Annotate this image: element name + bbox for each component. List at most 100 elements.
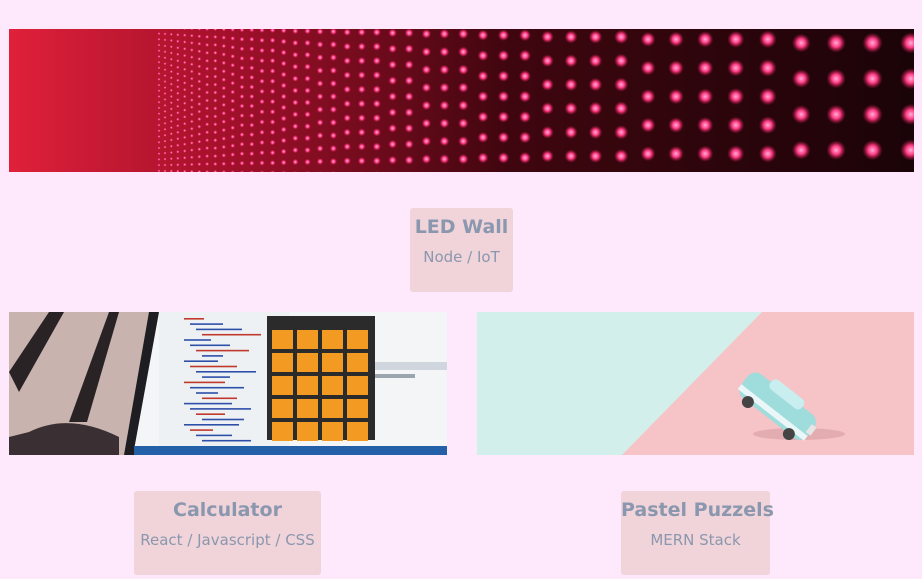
led-dot	[175, 91, 180, 96]
led-dot	[826, 140, 846, 160]
led-dot	[169, 100, 174, 105]
led-dot	[230, 125, 236, 131]
led-dot	[221, 161, 227, 167]
led-dot	[259, 88, 265, 95]
led-dot	[564, 125, 578, 139]
code-line	[190, 365, 237, 368]
led-dot	[163, 73, 167, 78]
led-wall-image[interactable]	[9, 29, 914, 172]
led-dot	[280, 82, 287, 89]
led-dot	[169, 163, 174, 167]
code-line	[196, 371, 256, 373]
led-dot	[259, 98, 265, 105]
code-line	[184, 339, 211, 341]
led-dot	[640, 89, 656, 104]
led-dot	[304, 87, 311, 94]
led-dot	[329, 92, 338, 101]
calc-key	[322, 376, 343, 395]
project-card-calculator[interactable]: Calculator React / Javascript / CSS	[134, 491, 321, 575]
led-dot	[372, 113, 382, 123]
led-dot	[269, 119, 276, 125]
led-dot	[189, 119, 194, 124]
led-dot	[169, 76, 174, 80]
calc-key	[297, 330, 318, 349]
led-dot	[343, 99, 352, 108]
led-dot	[329, 131, 338, 140]
led-dot	[269, 129, 276, 136]
led-dot	[213, 50, 218, 56]
calc-key	[347, 376, 368, 395]
led-dot	[182, 33, 187, 38]
led-dot	[269, 68, 276, 74]
led-dot	[189, 105, 194, 110]
led-dot	[213, 66, 218, 71]
led-dot	[157, 32, 161, 36]
led-dot	[477, 50, 489, 62]
project-card-led-wall[interactable]: LED Wall Node / IoT	[410, 208, 513, 292]
led-dot	[221, 110, 227, 116]
led-dot	[316, 157, 324, 166]
led-dot	[197, 154, 202, 159]
led-dot	[477, 152, 489, 164]
led-dot	[213, 153, 218, 159]
led-dot	[404, 91, 414, 102]
led-dot	[329, 66, 338, 75]
led-dot	[239, 160, 245, 166]
led-dot	[697, 116, 714, 134]
led-dot	[292, 134, 299, 142]
project-card-pastel-puzzels[interactable]: Pastel Puzzels MERN Stack	[621, 491, 774, 575]
led-dot	[614, 125, 629, 140]
led-dot	[213, 106, 218, 111]
led-dot	[862, 139, 883, 161]
led-dot	[197, 147, 202, 152]
led-dot	[175, 45, 180, 50]
led-dot	[197, 34, 202, 39]
led-dot	[519, 70, 531, 83]
calc-key	[322, 399, 343, 418]
led-dot	[497, 111, 510, 123]
code-line	[196, 328, 242, 331]
led-dot	[329, 79, 338, 88]
led-dot	[541, 126, 554, 139]
led-dot	[175, 149, 180, 154]
led-dot	[169, 144, 174, 148]
led-dot	[280, 137, 287, 144]
code-line	[202, 397, 237, 400]
led-dot	[249, 55, 255, 62]
led-dot	[372, 42, 382, 51]
led-dot	[204, 34, 210, 40]
led-dot	[249, 122, 255, 128]
led-dot	[239, 141, 245, 147]
led-dot	[197, 109, 202, 114]
led-dot	[439, 29, 450, 39]
led-dot	[182, 135, 187, 140]
led-dot	[343, 85, 352, 94]
led-dot	[163, 44, 167, 48]
led-dot	[213, 137, 218, 143]
led-dot	[239, 151, 245, 157]
led-dot	[357, 85, 366, 94]
led-dot	[541, 54, 554, 68]
led-dot	[182, 53, 187, 58]
led-dot	[163, 121, 167, 125]
led-dot	[189, 141, 194, 145]
calculator-image[interactable]	[9, 312, 447, 455]
led-dot	[163, 97, 167, 102]
calc-key	[297, 353, 318, 372]
led-dot	[169, 82, 174, 86]
led-dot	[439, 64, 450, 75]
led-dot	[280, 38, 287, 45]
led-dot	[182, 94, 187, 99]
led-dot	[230, 161, 236, 166]
led-dot	[292, 146, 299, 154]
led-dot	[541, 149, 554, 163]
led-dot	[343, 157, 352, 165]
led-dot	[163, 56, 167, 60]
led-dot	[213, 122, 218, 127]
led-dot	[221, 35, 227, 40]
led-dot	[169, 150, 174, 155]
led-dot	[230, 134, 236, 140]
led-dot	[249, 131, 255, 138]
pastel-puzzels-image[interactable]	[477, 312, 914, 455]
led-dot	[614, 77, 629, 92]
